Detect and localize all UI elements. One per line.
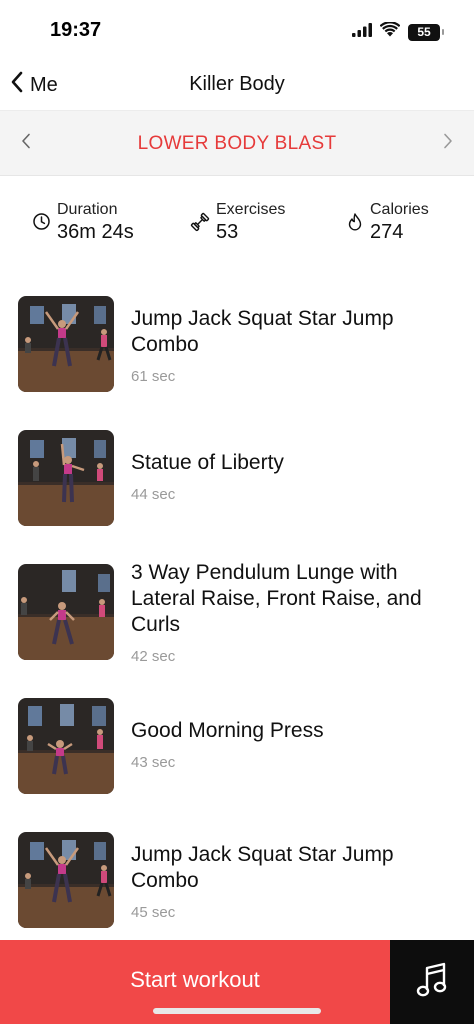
next-program-button[interactable] [436,131,460,155]
calories-label: Calories [370,201,429,218]
navigation-bar: Me Killer Body [0,62,474,108]
page-title: Killer Body [189,73,285,95]
exercise-name: 3 Way Pendulum Lunge with Lateral Raise,… [131,561,422,636]
start-workout-label: Start workout [130,967,260,992]
exercise-item[interactable]: 3 Way Pendulum Lunge with Lateral Raise,… [0,561,474,665]
exercise-thumbnail [18,430,114,526]
music-note-icon [416,960,448,1005]
duration-value: 36m 24s [57,221,134,243]
calories-value: 274 [370,221,404,243]
flame-icon [346,212,364,237]
workout-stats: Duration 36m 24s Exercises 53 Calories 2… [0,176,474,268]
exercise-item[interactable]: Good Morning Press 43 sec [0,698,474,798]
exercise-name: Good Morning Press [131,719,324,742]
music-button[interactable] [390,940,474,1024]
chevron-right-icon [443,133,453,154]
status-time: 19:37 [50,19,102,41]
exercises-stat: Exercises 53 [190,200,285,244]
exercise-name: Jump Jack Squat Star Jump Combo [131,843,394,892]
exercise-duration: 43 sec [131,754,176,771]
exercises-label: Exercises [216,201,286,218]
exercise-duration: 61 sec [131,368,176,385]
dumbbell-icon [190,212,210,237]
exercise-item[interactable]: Jump Jack Squat Star Jump Combo 45 sec [0,832,474,932]
status-bar: 19:37 55 [0,0,474,62]
exercise-thumbnail [18,296,114,392]
duration-stat: Duration 36m 24s [32,200,134,244]
exercise-thumbnail [18,698,114,794]
signal-icon [352,22,372,42]
exercise-duration: 45 sec [131,904,176,921]
exercise-thumbnail [18,564,114,660]
program-selector: LOWER BODY BLAST [0,110,474,176]
exercise-duration: 42 sec [131,648,176,665]
home-indicator [153,1008,321,1014]
duration-label: Duration [57,201,118,218]
exercise-name: Statue of Liberty [131,451,284,474]
program-title: LOWER BODY BLAST [137,133,337,154]
battery-indicator: 55 [408,23,444,41]
exercise-item[interactable]: Statue of Liberty 44 sec [0,430,474,530]
exercise-item[interactable]: Jump Jack Squat Star Jump Combo 61 sec [0,296,474,396]
clock-icon [32,212,51,236]
status-icons: 55 [352,21,444,42]
exercise-thumbnail [18,832,114,928]
calories-stat: Calories 274 [346,200,429,244]
exercises-value: 53 [216,221,239,243]
wifi-icon [379,21,401,42]
exercise-duration: 44 sec [131,486,176,503]
exercise-name: Jump Jack Squat Star Jump Combo [131,307,394,356]
